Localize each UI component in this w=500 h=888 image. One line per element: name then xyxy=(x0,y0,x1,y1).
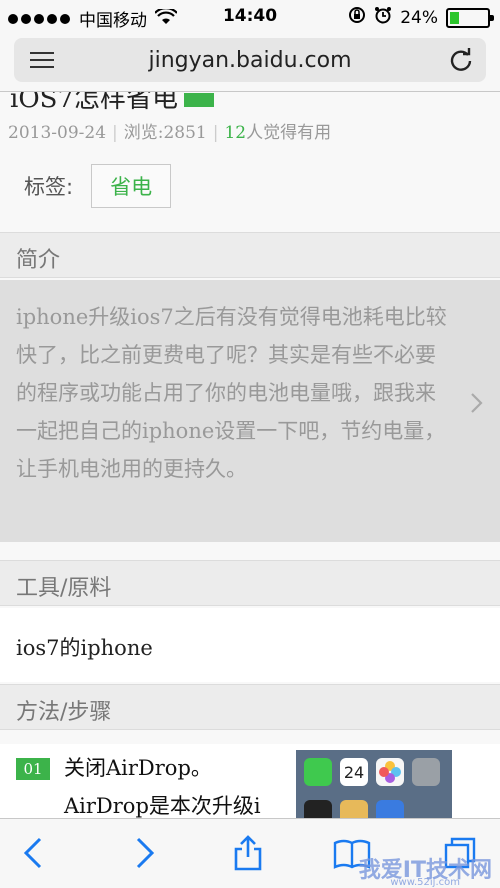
section-intro-header: 简介 xyxy=(0,232,500,278)
step-item: 01 关闭AirDrop。 AirDrop是本次升级i 24 xyxy=(0,744,500,818)
share-button[interactable] xyxy=(228,833,268,873)
forward-button[interactable] xyxy=(124,833,164,873)
photos-app-icon xyxy=(376,758,404,786)
step-title: 关闭AirDrop。 xyxy=(64,756,212,780)
step-thumbnail[interactable]: 24 xyxy=(296,750,452,818)
useful-count: 12 xyxy=(224,123,247,143)
article-meta: 2013-09-24 | 浏览:2851 | 12人觉得有用 xyxy=(8,123,332,143)
article-date: 2013-09-24 xyxy=(8,123,107,143)
back-button[interactable] xyxy=(16,833,56,873)
chevron-right-icon xyxy=(470,392,484,414)
reader-list-icon[interactable] xyxy=(30,52,54,68)
videos-app-icon xyxy=(304,800,332,818)
tags-row: 标签: 省电 xyxy=(24,164,172,208)
step-desc: AirDrop是本次升级i xyxy=(64,794,261,818)
tags-label: 标签: xyxy=(24,175,74,199)
useful-text: 人觉得有用 xyxy=(246,123,332,143)
rotation-lock-icon xyxy=(348,6,366,29)
notes-app-icon xyxy=(340,800,368,818)
step-number-badge: 01 xyxy=(16,758,50,780)
url-field[interactable]: jingyan.baidu.com xyxy=(14,38,486,82)
page-content: iOS7怎样省电 2013-09-24 | 浏览:2851 | 12人觉得有用 标签: … xyxy=(0,92,500,818)
section-tools-header: 工具/原料 xyxy=(0,560,500,606)
title-badge xyxy=(184,93,214,107)
alarm-icon xyxy=(374,6,392,29)
battery-percent: 24% xyxy=(400,7,438,28)
section-steps-header: 方法/步骤 xyxy=(0,684,500,730)
status-bar: 中国移动 14:40 24% xyxy=(0,0,500,34)
url-text[interactable]: jingyan.baidu.com xyxy=(74,48,426,73)
battery-tip xyxy=(490,14,494,21)
battery-icon xyxy=(446,7,494,28)
intro-block[interactable]: iphone升级ios7之后有没有觉得电池耗电比较快了，比之前更费电了呢？其实是… xyxy=(0,280,500,542)
app-icon xyxy=(376,800,404,818)
status-right: 24% xyxy=(340,6,494,29)
tools-item: ios7的iphone xyxy=(0,608,500,682)
article-title: iOS7怎样省电 xyxy=(10,92,214,115)
intro-text: iphone升级ios7之后有没有觉得电池耗电比较快了，比之前更费电了呢？其实是… xyxy=(16,305,447,481)
browser-address-bar: jingyan.baidu.com xyxy=(0,34,500,92)
battery-fill xyxy=(450,11,459,24)
messages-app-icon xyxy=(304,758,332,786)
watermark-url: www.52ij.com xyxy=(390,877,460,888)
browser-toolbar: 我爱IT技术网 www.52ij.com xyxy=(0,818,500,888)
calendar-app-icon: 24 xyxy=(340,758,368,786)
camera-app-icon xyxy=(412,758,440,786)
article-views: 浏览:2851 xyxy=(123,123,207,143)
tag-button[interactable]: 省电 xyxy=(91,164,172,208)
reload-icon[interactable] xyxy=(448,47,474,73)
